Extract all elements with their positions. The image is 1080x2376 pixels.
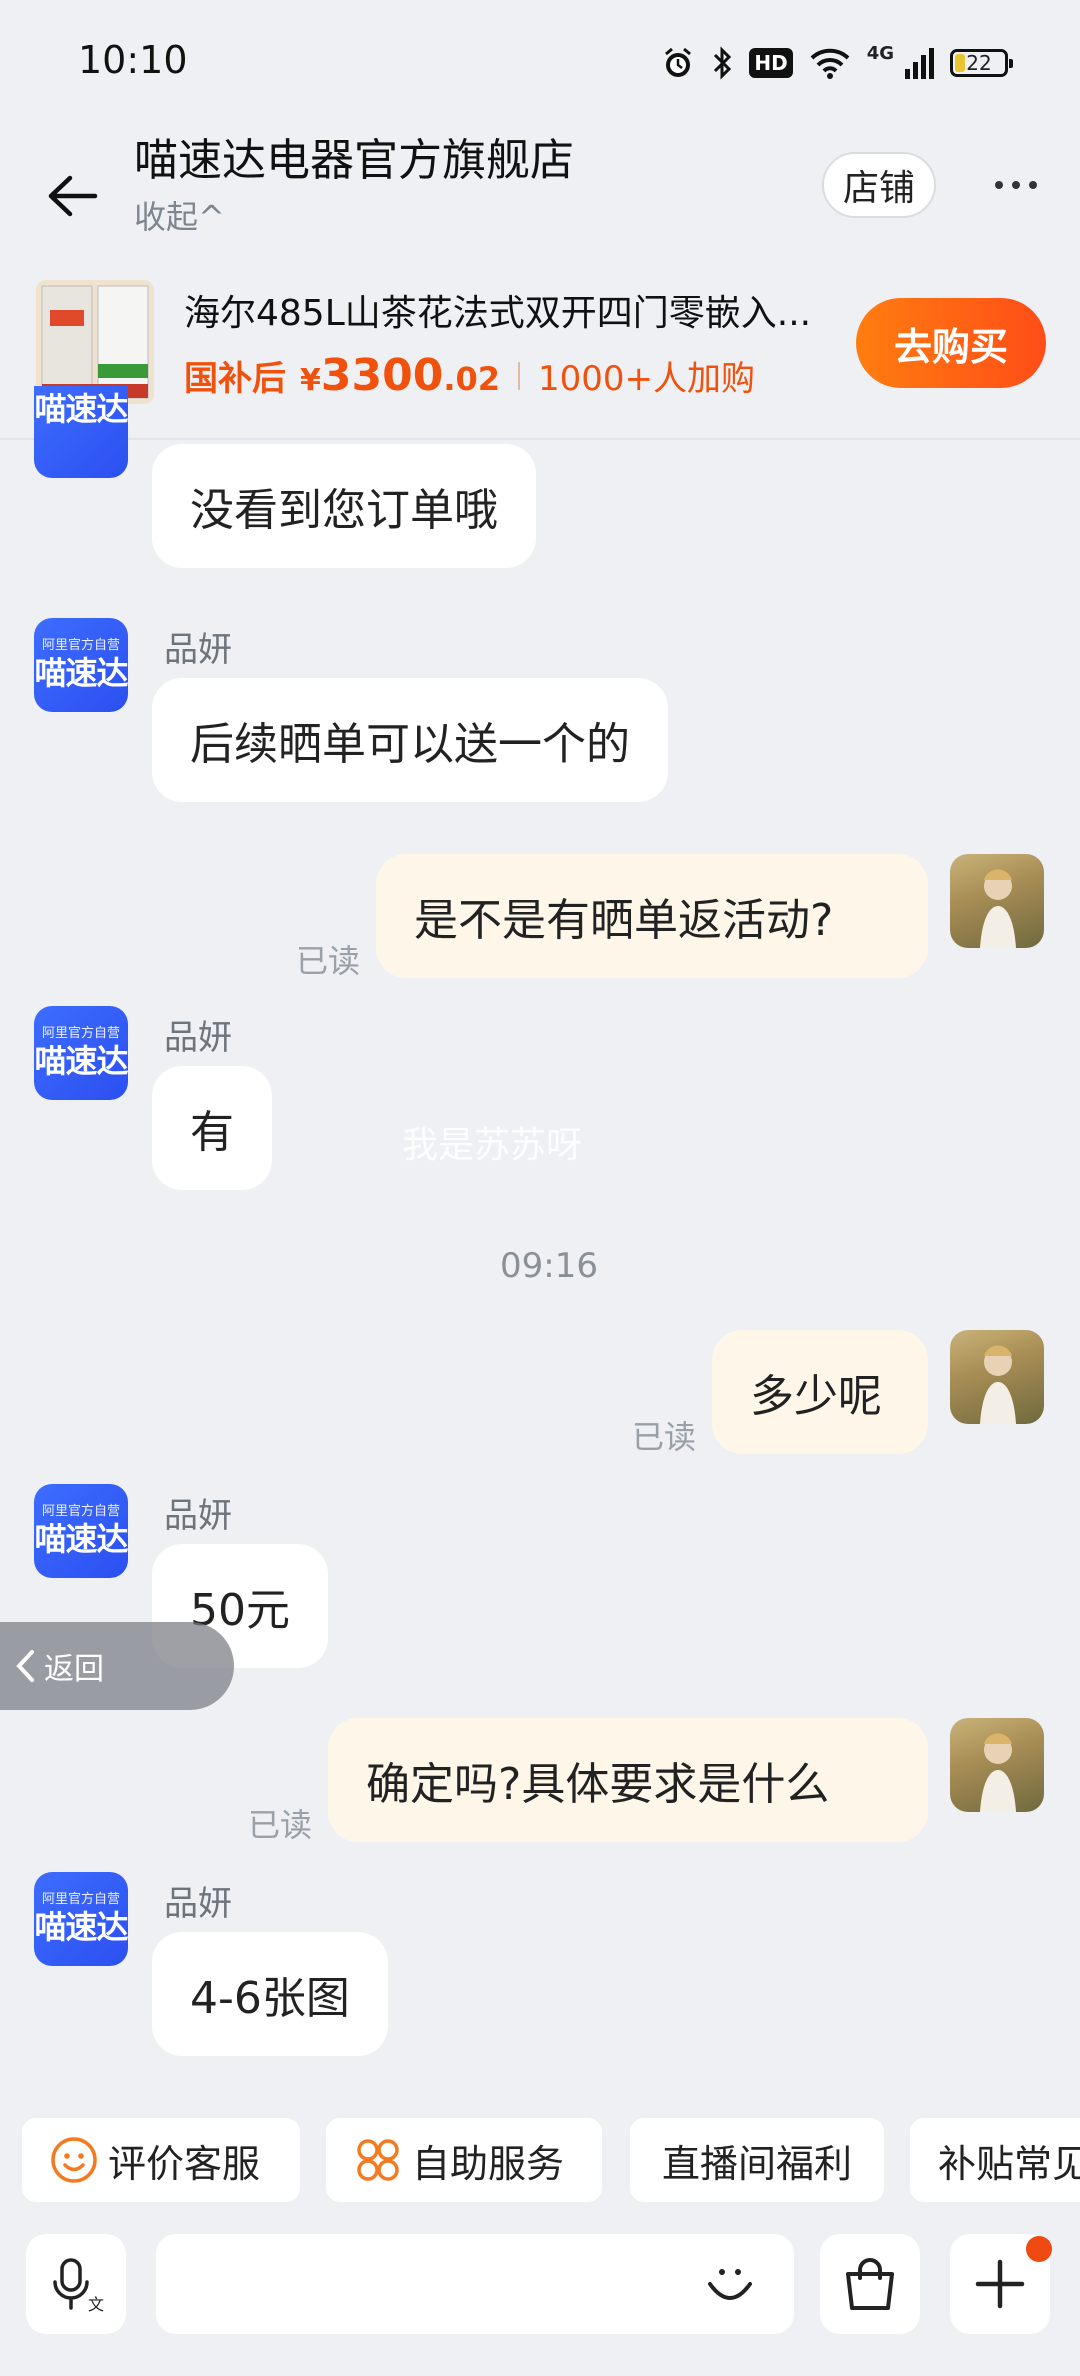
battery-level: 22 <box>966 51 992 75</box>
dot-icon <box>1012 181 1020 189</box>
chip-label: 直播间福利 <box>661 2141 852 2186</box>
status-icons: HD 4G 22 <box>661 40 1013 86</box>
avatar-subtext: 阿里官方自营 <box>41 1504 120 1519</box>
network-type: 4G <box>866 42 894 64</box>
avatar-text: 喵速达 <box>34 654 128 692</box>
user-photo <box>980 1733 1016 1812</box>
price-label: 国补后 <box>184 359 286 399</box>
message-bubble[interactable]: 没看到您订单哦 <box>152 444 536 568</box>
svg-text:文: 文 <box>88 2295 104 2314</box>
sender-name: 品妍 <box>164 1496 232 1536</box>
product-bag-button[interactable] <box>820 2234 920 2334</box>
user-avatar[interactable] <box>950 1330 1044 1424</box>
bluetooth-icon <box>714 46 732 80</box>
quick-action-subsidy-faq[interactable]: 补贴常见 <box>910 2118 1080 2202</box>
avatar-text: 喵速达 <box>34 1908 128 1946</box>
watermark: 我是苏苏呀 <box>402 1125 583 1166</box>
read-status: 已读 <box>296 942 361 980</box>
alarm-icon <box>665 47 692 77</box>
signal-icon <box>905 48 934 79</box>
message-bubble[interactable]: 有 <box>152 1066 272 1190</box>
product-name[interactable]: 海尔485L山茶花法式双开四门零嵌入... <box>184 284 824 336</box>
read-status: 已读 <box>632 1418 697 1456</box>
dot-icon <box>995 181 1003 189</box>
shop-avatar[interactable]: 喵速达 <box>34 386 128 478</box>
message-bubble[interactable]: 是不是有晒单返活动? <box>376 854 928 978</box>
user-avatar[interactable] <box>950 854 1044 948</box>
floating-back-label: 返回 <box>44 1652 104 1687</box>
currency-symbol: ¥ <box>300 363 321 398</box>
shop-avatar[interactable]: 阿里官方自营 喵速达 <box>34 1872 128 1966</box>
collapse-toggle[interactable]: 收起^ <box>134 192 225 238</box>
battery-icon: 22 <box>950 49 1013 77</box>
voice-input-button[interactable]: 文 <box>26 2234 126 2334</box>
grid-icon <box>357 2139 399 2181</box>
buy-button[interactable]: 去购买 <box>856 298 1046 388</box>
avatar-text: 喵速达 <box>34 1520 128 1558</box>
arrow-left-icon <box>48 175 98 217</box>
chip-label: 补贴常见 <box>938 2141 1080 2186</box>
hd-badge: HD <box>749 48 793 78</box>
chip-label: 评价客服 <box>108 2141 261 2186</box>
shop-avatar[interactable]: 阿里官方自营 喵速达 <box>34 618 128 712</box>
store-button[interactable]: 店铺 <box>822 152 936 218</box>
time-separator: 09:16 <box>500 1246 598 1286</box>
avatar-text: 喵速达 <box>34 390 128 428</box>
chevron-left-icon <box>16 1650 34 1682</box>
dot-icon <box>1029 181 1037 189</box>
user-photo <box>980 1345 1016 1424</box>
user-avatar[interactable] <box>950 1718 1044 1812</box>
sender-name: 品妍 <box>164 1018 232 1058</box>
more-menu-button[interactable] <box>976 160 1056 210</box>
price-integer: 3300 <box>320 350 444 401</box>
notification-dot <box>1026 2236 1052 2262</box>
sender-name: 品妍 <box>164 1884 232 1924</box>
user-photo <box>980 869 1016 948</box>
quick-action-live-benefits[interactable]: 直播间福利 <box>630 2118 884 2202</box>
mic-icon: 文 <box>53 2258 104 2314</box>
plus-icon <box>975 2259 1025 2309</box>
avatar-subtext: 阿里官方自营 <box>41 638 120 653</box>
avatar-text: 喵速达 <box>34 1042 128 1080</box>
message-input[interactable] <box>156 2234 794 2334</box>
price-line: 国补后 ¥ 3300 .02 1000+人加购 <box>184 350 755 401</box>
cart-count: 1000+人加购 <box>538 359 756 399</box>
message-bubble[interactable]: 后续晒单可以送一个的 <box>152 678 668 802</box>
message-bubble[interactable]: 确定吗?具体要求是什么 <box>328 1718 928 1842</box>
shop-avatar[interactable]: 阿里官方自营 喵速达 <box>34 1006 128 1100</box>
shopping-bag-icon <box>846 2258 894 2310</box>
quick-action-rate-service[interactable]: 评价客服 <box>22 2118 300 2202</box>
avatar-subtext: 阿里官方自营 <box>41 1026 120 1041</box>
read-status: 已读 <box>248 1806 313 1844</box>
status-time: 10:10 <box>78 38 188 82</box>
shop-avatar[interactable]: 阿里官方自营 喵速达 <box>34 1484 128 1578</box>
message-bubble[interactable]: 多少呢 <box>712 1330 928 1454</box>
price-decimal: .02 <box>443 360 501 398</box>
sender-name: 品妍 <box>164 630 232 670</box>
smile-icon <box>51 2137 97 2183</box>
quick-action-self-service[interactable]: 自助服务 <box>326 2118 602 2202</box>
message-bubble[interactable]: 4-6张图 <box>152 1932 388 2056</box>
shop-title[interactable]: 喵速达电器官方旗舰店 <box>134 124 574 188</box>
divider <box>518 361 521 390</box>
avatar-subtext: 阿里官方自营 <box>41 1892 120 1907</box>
smile-icon <box>708 2269 752 2300</box>
floating-back-button[interactable]: 返回 <box>0 1622 234 1710</box>
back-button[interactable] <box>36 160 108 232</box>
chip-label: 自助服务 <box>412 2141 565 2186</box>
wifi-icon <box>810 48 850 79</box>
